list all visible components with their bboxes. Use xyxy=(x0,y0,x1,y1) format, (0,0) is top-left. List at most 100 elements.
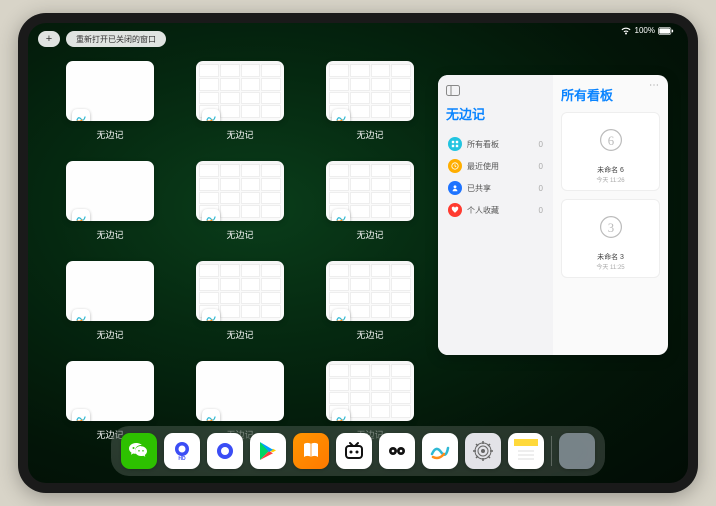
menu-count: 0 xyxy=(539,184,543,193)
more-options-button[interactable]: ⋯ xyxy=(649,80,660,91)
freeform-app-icon xyxy=(202,409,220,421)
app-thumbnail xyxy=(196,261,284,321)
freeform-app-icon xyxy=(72,409,90,421)
app-thumbnail xyxy=(326,61,414,121)
freeform-app-icon xyxy=(332,209,350,221)
ipad-screen: 100% + 重新打开已关闭的窗口 无边记无边记无边记无边记无边记无边记无边记无… xyxy=(28,23,688,483)
menu-label: 所有看板 xyxy=(467,139,534,150)
app-label: 无边记 xyxy=(226,228,253,241)
board-card[interactable]: 3 未命名 3今天 11:25 xyxy=(561,199,660,278)
app-switcher-card[interactable]: 无边记 xyxy=(320,161,420,241)
folder-app-icon[interactable] xyxy=(559,433,595,469)
app-switcher-card[interactable]: 无边记 xyxy=(190,161,290,241)
freeform-app-icon xyxy=(202,109,220,121)
board-preview: 6 xyxy=(568,119,653,161)
app-thumbnail xyxy=(326,361,414,421)
app-switcher-card[interactable]: 无边记 xyxy=(320,261,420,341)
freeform-app-icon xyxy=(72,209,90,221)
menu-count: 0 xyxy=(539,140,543,149)
freeform-app-icon xyxy=(202,309,220,321)
sidebar-right: ⋯ 所有看板 6 未命名 6今天 11:26 3 未命名 3今天 11:25 xyxy=(553,75,668,355)
quark-app-icon[interactable] xyxy=(207,433,243,469)
top-button-row: + 重新打开已关闭的窗口 xyxy=(38,31,166,47)
app-label: 无边记 xyxy=(226,128,253,141)
books-app-icon[interactable] xyxy=(293,433,329,469)
app-switcher-card[interactable]: 无边记 xyxy=(60,161,160,241)
reopen-closed-window-button[interactable]: 重新打开已关闭的窗口 xyxy=(66,31,166,47)
sidebar-title: 无边记 xyxy=(446,104,545,123)
boards-title: 所有看板 xyxy=(561,85,660,104)
new-window-button[interactable]: + xyxy=(38,31,60,47)
app-thumbnail xyxy=(66,261,154,321)
app-label: 无边记 xyxy=(96,128,123,141)
clock-icon xyxy=(448,159,462,173)
app-label: 无边记 xyxy=(226,328,253,341)
freeform-app-icon xyxy=(332,309,350,321)
app-thumbnail xyxy=(66,161,154,221)
bilibili-app-icon[interactable] xyxy=(336,433,372,469)
ximalaya-app-icon[interactable] xyxy=(379,433,415,469)
ipad-frame: 100% + 重新打开已关闭的窗口 无边记无边记无边记无边记无边记无边记无边记无… xyxy=(18,13,698,493)
battery-icon xyxy=(658,27,674,35)
grid-icon xyxy=(448,137,462,151)
app-label: 无边记 xyxy=(356,228,383,241)
notes-app-icon[interactable] xyxy=(508,433,544,469)
sidebar-menu-item[interactable]: 所有看板 0 xyxy=(446,133,545,155)
board-date: 今天 11:25 xyxy=(568,262,653,271)
freeform-app-icon xyxy=(72,109,90,121)
freeform-sidebar-panel: 无边记 所有看板0最近使用0已共享0个人收藏0 ⋯ 所有看板 6未命名 6今天 … xyxy=(438,75,668,355)
wifi-icon xyxy=(620,26,632,35)
sidebar-menu-item[interactable]: 最近使用 0 xyxy=(446,155,545,177)
playstore-app-icon[interactable] xyxy=(250,433,286,469)
board-name: 未命名 3 xyxy=(568,252,653,262)
app-label: 无边记 xyxy=(356,128,383,141)
app-thumbnail xyxy=(196,361,284,421)
app-thumbnail xyxy=(196,161,284,221)
svg-text:HD: HD xyxy=(178,456,186,462)
app-thumbnail xyxy=(66,361,154,421)
freeform-app-icon xyxy=(202,209,220,221)
menu-label: 个人收藏 xyxy=(467,205,534,216)
app-switcher-card[interactable]: 无边记 xyxy=(60,261,160,341)
reopen-label: 重新打开已关闭的窗口 xyxy=(76,34,156,45)
app-label: 无边记 xyxy=(96,328,123,341)
app-thumbnail xyxy=(326,261,414,321)
svg-text:3: 3 xyxy=(607,221,613,235)
dock: HD xyxy=(111,426,605,476)
people-icon xyxy=(448,181,462,195)
sidebar-menu-item[interactable]: 已共享 0 xyxy=(446,177,545,199)
settings-app-icon[interactable] xyxy=(465,433,501,469)
freeform-app-icon[interactable] xyxy=(422,433,458,469)
app-label: 无边记 xyxy=(356,328,383,341)
freeform-app-icon xyxy=(332,109,350,121)
app-switcher-card[interactable]: 无边记 xyxy=(60,61,160,141)
board-name: 未命名 6 xyxy=(568,165,653,175)
status-bar: 100% xyxy=(620,26,674,35)
menu-label: 最近使用 xyxy=(467,161,534,172)
board-preview: 3 xyxy=(568,206,653,248)
heart-icon xyxy=(448,203,462,217)
app-switcher-card[interactable]: 无边记 xyxy=(190,61,290,141)
battery-text: 100% xyxy=(635,26,655,35)
sidebar-menu-item[interactable]: 个人收藏 0 xyxy=(446,199,545,221)
plus-icon: + xyxy=(46,33,52,45)
app-switcher-grid: 无边记无边记无边记无边记无边记无边记无边记无边记无边记无边记无边记无边记 xyxy=(60,61,420,441)
app-thumbnail xyxy=(66,61,154,121)
quark-hd-app-icon[interactable]: HD xyxy=(164,433,200,469)
app-switcher-card[interactable]: 无边记 xyxy=(190,261,290,341)
dock-separator xyxy=(551,436,552,466)
sidebar-left: 无边记 所有看板 0 最近使用 0 已共享 0 个人收藏 0 xyxy=(438,75,553,355)
app-thumbnail xyxy=(196,61,284,121)
app-label: 无边记 xyxy=(96,228,123,241)
wechat-app-icon[interactable] xyxy=(121,433,157,469)
board-card[interactable]: 6 未命名 6今天 11:26 xyxy=(561,112,660,191)
menu-label: 已共享 xyxy=(467,183,534,194)
freeform-app-icon xyxy=(72,309,90,321)
freeform-app-icon xyxy=(332,409,350,421)
app-switcher-card[interactable]: 无边记 xyxy=(320,61,420,141)
menu-count: 0 xyxy=(539,162,543,171)
board-date: 今天 11:26 xyxy=(568,175,653,184)
menu-count: 0 xyxy=(539,206,543,215)
sidebar-toggle-icon[interactable] xyxy=(446,85,460,96)
sidebar-toolbar xyxy=(446,85,545,96)
